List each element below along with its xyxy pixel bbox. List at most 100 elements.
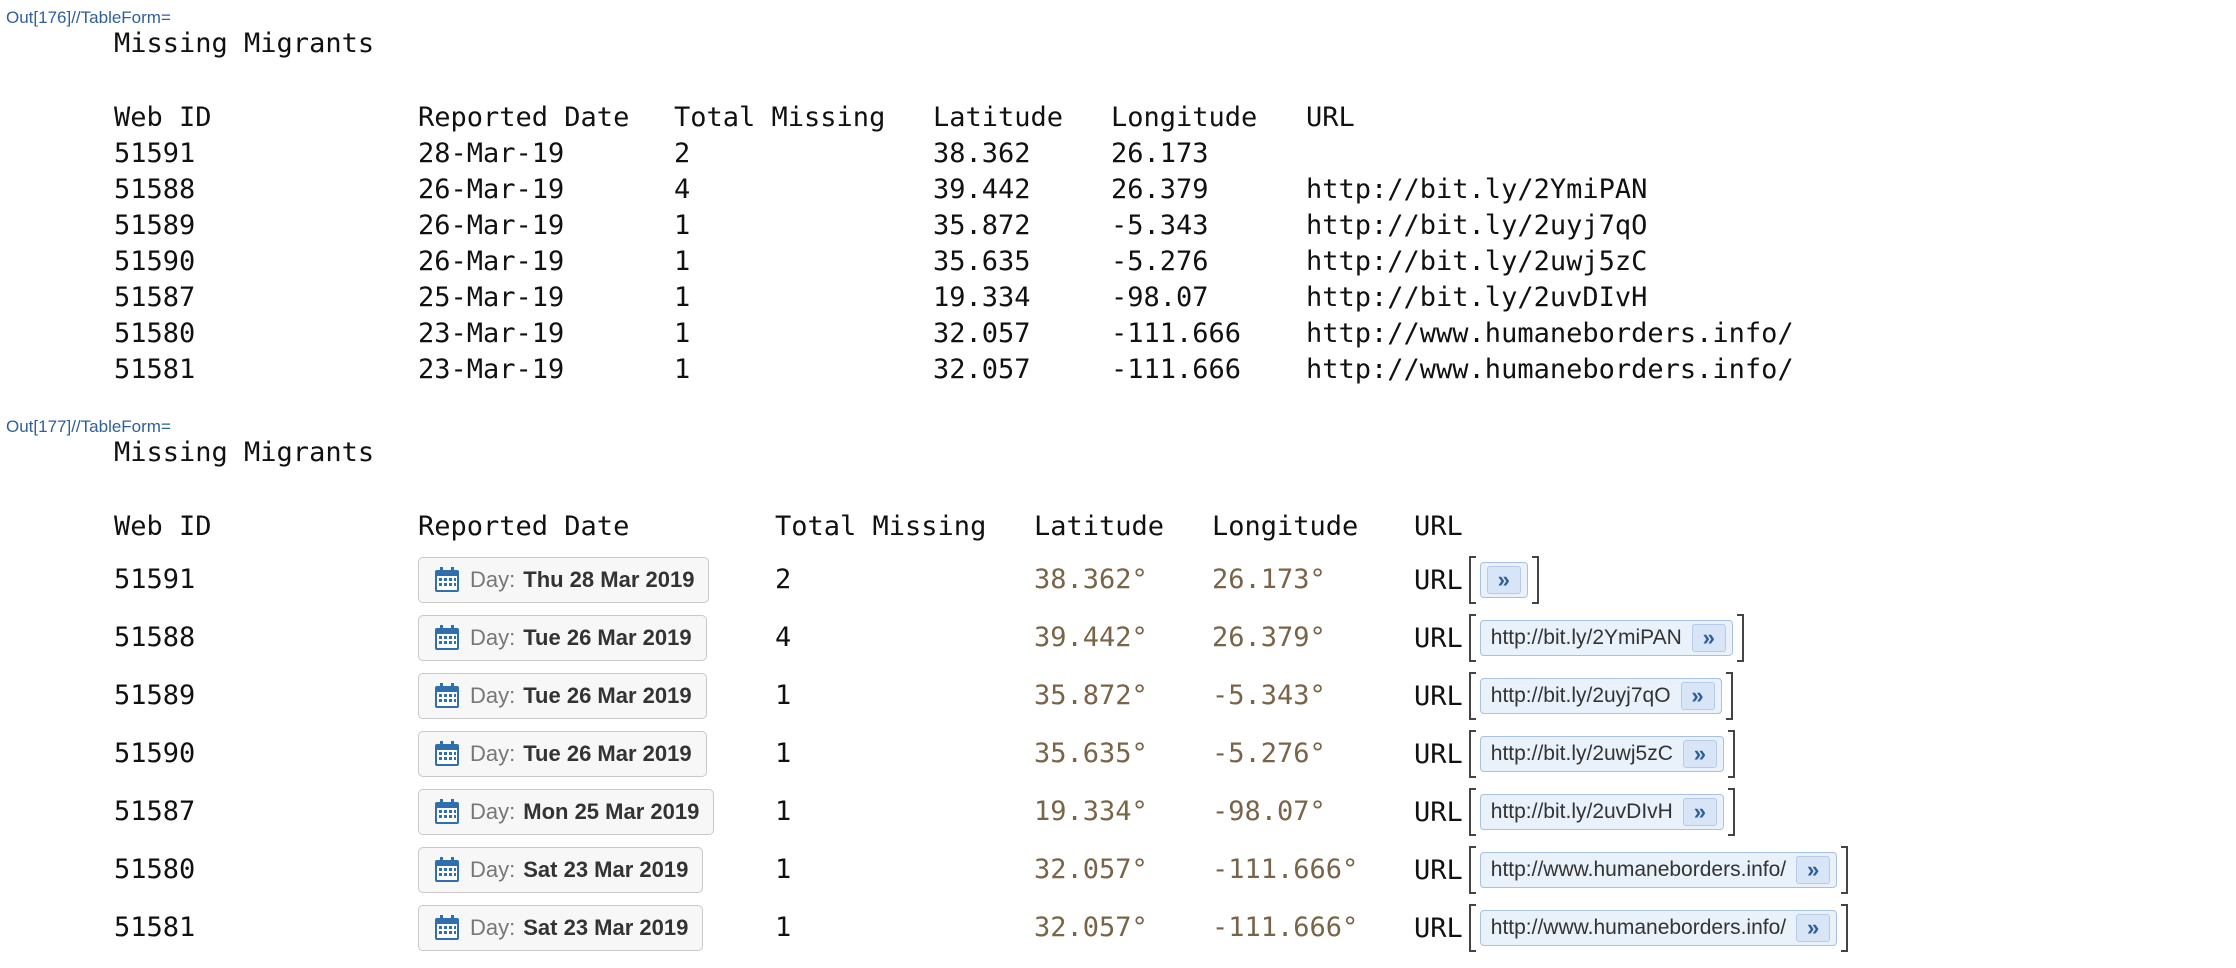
cell-total-missing: 1 <box>775 912 792 943</box>
left-bracket <box>1468 614 1476 662</box>
cell-total-missing: 1 <box>674 210 691 241</box>
date-object-box[interactable]: Day: Tue 26 Mar 2019 <box>418 673 707 719</box>
url-link-button[interactable]: http://bit.ly/2YmiPAN » <box>1479 620 1733 656</box>
cell-web-id: 51581 <box>114 912 196 943</box>
output-label-177: Out[177]//TableForm= <box>6 417 171 436</box>
cell-longitude: 26.173 <box>1111 138 1209 169</box>
day-value: Tue 26 Mar 2019 <box>523 741 692 766</box>
cell-web-id: 51589 <box>114 210 196 241</box>
cell-latitude: 32.057° <box>1034 854 1148 885</box>
day-value: Tue 26 Mar 2019 <box>523 683 692 708</box>
date-object-box[interactable]: Day: Sat 23 Mar 2019 <box>418 905 704 951</box>
url-object: URL http://bit.ly/2uyj7qO » <box>1414 672 1733 720</box>
url-object: URL http://bit.ly/2uvDIvH » <box>1414 788 1735 836</box>
header-url: URL <box>1414 511 1463 542</box>
cell-url: http://www.humaneborders.info/ <box>1306 318 1794 349</box>
header-latitude: Latitude <box>933 102 1064 133</box>
cell-latitude: 32.057 <box>933 354 1031 385</box>
day-prefix-label: Day: <box>470 683 516 708</box>
calendar-icon <box>433 624 461 652</box>
left-bracket <box>1468 556 1476 604</box>
day-value: Thu 28 Mar 2019 <box>523 567 695 592</box>
url-object: URL » <box>1414 556 1539 604</box>
day-value: Sat 23 Mar 2019 <box>523 857 689 882</box>
url-link-button[interactable]: http://bit.ly/2uvDIvH » <box>1479 794 1724 830</box>
cell-latitude: 38.362 <box>933 138 1031 169</box>
cell-web-id: 51589 <box>114 680 196 711</box>
cell-latitude: 35.872° <box>1034 680 1148 711</box>
cell-web-id: 51581 <box>114 354 196 385</box>
left-bracket <box>1468 904 1476 952</box>
cell-reported-date: 23-Mar-19 <box>418 354 565 385</box>
url-link-button[interactable]: http://bit.ly/2uwj5zC » <box>1479 736 1724 772</box>
cell-longitude: -111.666 <box>1111 318 1242 349</box>
cell-longitude: -111.666° <box>1212 854 1359 885</box>
right-bracket <box>1841 904 1849 952</box>
header-web-id: Web ID <box>114 102 212 133</box>
cell-web-id: 51587 <box>114 282 196 313</box>
cell-latitude: 19.334 <box>933 282 1031 313</box>
day-prefix-label: Day: <box>470 567 516 592</box>
cell-total-missing: 4 <box>674 174 691 205</box>
cell-longitude: -111.666 <box>1111 354 1242 385</box>
cell-latitude: 32.057 <box>933 318 1031 349</box>
cell-web-id: 51588 <box>114 622 196 653</box>
right-bracket <box>1531 556 1539 604</box>
day-prefix-label: Day: <box>470 857 516 882</box>
url-object: URL http://bit.ly/2uwj5zC » <box>1414 730 1735 778</box>
header-longitude: Longitude <box>1212 511 1359 542</box>
header-total-missing: Total Missing <box>775 511 987 542</box>
cell-total-missing: 1 <box>775 796 792 827</box>
calendar-icon <box>433 682 461 710</box>
cell-longitude: -98.07° <box>1212 796 1326 827</box>
double-chevron-right-icon: » <box>1680 682 1715 710</box>
cell-total-missing: 2 <box>775 564 792 595</box>
double-chevron-right-icon: » <box>1796 856 1831 884</box>
url-link-text: http://bit.ly/2uwj5zC <box>1490 742 1673 765</box>
output-label-176: Out[176]//TableForm= <box>6 8 171 27</box>
double-chevron-right-icon: » <box>1796 914 1831 942</box>
cell-total-missing: 2 <box>674 138 691 169</box>
url-link-button[interactable]: http://bit.ly/2uyj7qO » <box>1479 678 1722 714</box>
cell-longitude: 26.173° <box>1212 564 1326 595</box>
cell-longitude: -5.343 <box>1111 210 1209 241</box>
cell-url: http://bit.ly/2uvDIvH <box>1306 282 1648 313</box>
day-prefix-label: Day: <box>470 915 516 940</box>
url-link-text: http://bit.ly/2uyj7qO <box>1490 684 1671 707</box>
cell-reported-date: 25-Mar-19 <box>418 282 565 313</box>
double-chevron-right-icon: » <box>1682 798 1717 826</box>
cell-latitude: 39.442° <box>1034 622 1148 653</box>
cell-reported-date: 26-Mar-19 <box>418 210 565 241</box>
date-object-box[interactable]: Day: Sat 23 Mar 2019 <box>418 847 704 893</box>
cell-longitude: -5.276° <box>1212 738 1326 769</box>
cell-reported-date: 28-Mar-19 <box>418 138 565 169</box>
cell-web-id: 51580 <box>114 318 196 349</box>
date-object-box[interactable]: Day: Thu 28 Mar 2019 <box>418 557 710 603</box>
date-object-box[interactable]: Day: Tue 26 Mar 2019 <box>418 731 707 777</box>
date-object-box[interactable]: Day: Mon 25 Mar 2019 <box>418 789 715 835</box>
url-link-button[interactable]: » <box>1479 562 1528 598</box>
calendar-icon <box>433 798 461 826</box>
header-total-missing: Total Missing <box>674 102 886 133</box>
calendar-icon <box>433 566 461 594</box>
url-link-button[interactable]: http://www.humaneborders.info/ » <box>1479 852 1838 888</box>
day-value: Mon 25 Mar 2019 <box>523 799 700 824</box>
url-head-label: URL <box>1414 796 1463 828</box>
header-reported-date: Reported Date <box>418 511 630 542</box>
cell-web-id: 51580 <box>114 854 196 885</box>
cell-web-id: 51587 <box>114 796 196 827</box>
cell-reported-date: 26-Mar-19 <box>418 246 565 277</box>
url-object: URL http://www.humaneborders.info/ » <box>1414 846 1849 894</box>
cell-url: http://bit.ly/2uyj7qO <box>1306 210 1648 241</box>
url-head-label: URL <box>1414 564 1463 596</box>
url-link-button[interactable]: http://www.humaneborders.info/ » <box>1479 910 1838 946</box>
day-prefix-label: Day: <box>470 741 516 766</box>
day-prefix-label: Day: <box>470 625 516 650</box>
date-object-box[interactable]: Day: Tue 26 Mar 2019 <box>418 615 707 661</box>
url-head-label: URL <box>1414 680 1463 712</box>
cell-total-missing: 1 <box>775 738 792 769</box>
cell-web-id: 51588 <box>114 174 196 205</box>
cell-reported-date: 26-Mar-19 <box>418 174 565 205</box>
calendar-icon <box>433 740 461 768</box>
cell-total-missing: 1 <box>674 282 691 313</box>
